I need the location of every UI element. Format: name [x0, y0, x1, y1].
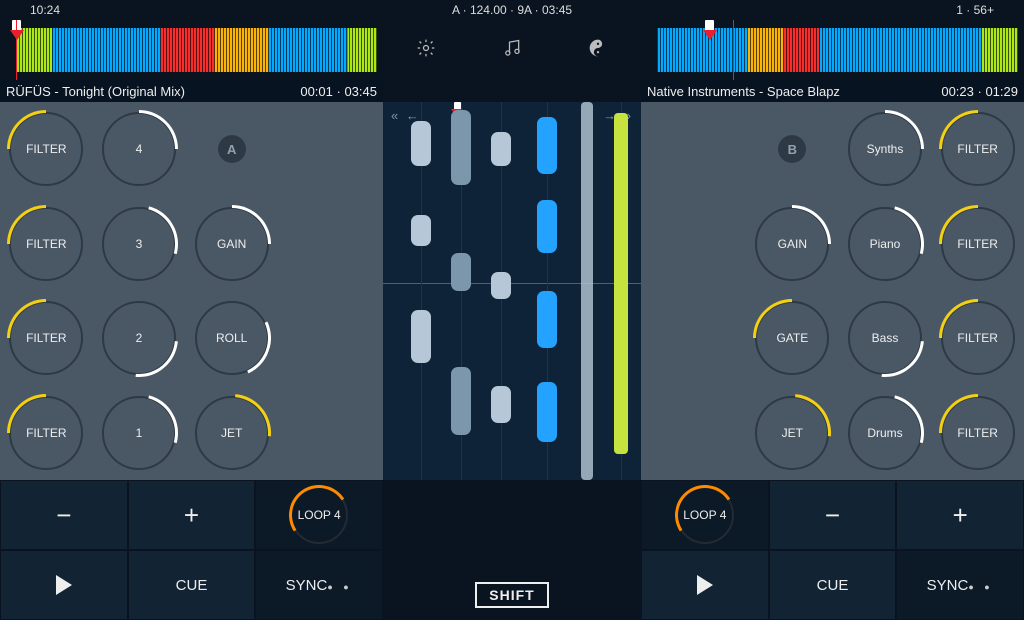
track-info-b[interactable]: Native Instruments - Space Blapz 00:23 ·… — [641, 80, 1024, 102]
playhead-b[interactable] — [733, 20, 734, 80]
deck-b-spacer — [641, 102, 746, 480]
track-time-b: 00:23 · 01:29 — [941, 84, 1018, 99]
knob-b-synths[interactable]: Synths — [848, 112, 922, 186]
deck-a-grid: FILTER 4 A FILTER 3 GAIN FILTER 2 ROLL F… — [0, 102, 278, 480]
knob-b-piano[interactable]: Piano — [848, 207, 922, 281]
tempo-minus-b[interactable]: − — [770, 481, 896, 549]
status-time: 10:24 — [30, 3, 60, 17]
knob-b-bass[interactable]: Bass — [848, 301, 922, 375]
deck-badge-b: B — [778, 135, 806, 163]
track-info-a[interactable]: RÜFÜS - Tonight (Original Mix) 00:01 · 0… — [0, 80, 383, 102]
music-note-icon[interactable] — [502, 38, 522, 63]
overview-waveform-a — [16, 28, 377, 72]
sync-button-b[interactable]: SYNC — [897, 551, 1023, 619]
knob-b-drums[interactable]: Drums — [848, 396, 922, 470]
tempo-plus-b[interactable]: + — [897, 481, 1023, 549]
knob-a-stem-2[interactable]: 2 — [102, 301, 176, 375]
track-title-a: RÜFÜS - Tonight (Original Mix) — [6, 84, 185, 99]
knob-a-filter-3[interactable]: FILTER — [9, 207, 83, 281]
track-title-b: Native Instruments - Space Blapz — [647, 84, 840, 99]
tempo-minus-a[interactable]: − — [1, 481, 127, 549]
transport-a: − + LOOP 4 CUE SYNC — [0, 480, 383, 620]
status-bar: 10:24 A · 124.00 · 9A · 03:45 1 · 56+ — [0, 0, 1024, 20]
loop-b[interactable]: LOOP 4 — [642, 481, 768, 549]
knob-b-filter-drums[interactable]: FILTER — [941, 396, 1015, 470]
overview-deck-a[interactable] — [0, 20, 383, 80]
cue-button-b[interactable]: CUE — [770, 551, 896, 619]
knob-a-stem-1[interactable]: 1 — [102, 396, 176, 470]
cue-marker-b[interactable] — [703, 20, 715, 80]
playhead-a[interactable] — [16, 20, 17, 80]
knob-b-filter-bass[interactable]: FILTER — [941, 301, 1015, 375]
transport-row: − + LOOP 4 CUE SYNC SHIFT LOOP 4 − + CUE… — [0, 480, 1024, 620]
knob-a-filter-1[interactable]: FILTER — [9, 396, 83, 470]
play-button-b[interactable] — [642, 551, 768, 619]
loop-a[interactable]: LOOP 4 — [256, 481, 382, 549]
toolbar-center — [383, 20, 641, 80]
knob-a-jet[interactable]: JET — [195, 396, 269, 470]
transport-center: SHIFT — [383, 480, 641, 620]
track-time-a: 00:01 · 03:45 — [300, 84, 377, 99]
status-center: A · 124.00 · 9A · 03:45 — [452, 3, 572, 17]
knob-b-gate[interactable]: GATE — [755, 301, 829, 375]
gear-icon[interactable] — [416, 38, 436, 63]
transport-b: LOOP 4 − + CUE SYNC — [641, 480, 1024, 620]
tempo-plus-a[interactable]: + — [129, 481, 255, 549]
track-info-row: RÜFÜS - Tonight (Original Mix) 00:01 · 0… — [0, 80, 1024, 102]
overview-row — [0, 20, 1024, 80]
deck-badge-a: A — [218, 135, 246, 163]
play-icon — [56, 575, 72, 595]
shift-button[interactable]: SHIFT — [475, 582, 548, 608]
knob-a-roll[interactable]: ROLL — [195, 301, 269, 375]
play-button-a[interactable] — [1, 551, 127, 619]
deck-a-spacer — [278, 102, 383, 480]
knob-b-filter-piano[interactable]: FILTER — [941, 207, 1015, 281]
deck-b-grid: B Synths FILTER GAIN Piano FILTER GATE B… — [746, 102, 1024, 480]
knob-a-gain[interactable]: GAIN — [195, 207, 269, 281]
yinyang-icon[interactable] — [588, 38, 608, 63]
knob-a-stem-4[interactable]: 4 — [102, 112, 176, 186]
play-icon — [697, 575, 713, 595]
knob-b-jet[interactable]: JET — [755, 396, 829, 470]
main-area: FILTER 4 A FILTER 3 GAIN FILTER 2 ROLL F… — [0, 102, 1024, 480]
knob-b-filter-synths[interactable]: FILTER — [941, 112, 1015, 186]
knob-a-filter-4[interactable]: FILTER — [9, 112, 83, 186]
knob-a-filter-2[interactable]: FILTER — [9, 301, 83, 375]
status-right: 1 · 56+ — [956, 3, 994, 17]
overview-deck-b[interactable] — [641, 20, 1024, 80]
sync-button-a[interactable]: SYNC — [256, 551, 382, 619]
knob-a-stem-3[interactable]: 3 — [102, 207, 176, 281]
center-waveform[interactable]: « ← → » — [383, 102, 641, 480]
knob-b-gain[interactable]: GAIN — [755, 207, 829, 281]
cue-button-a[interactable]: CUE — [129, 551, 255, 619]
